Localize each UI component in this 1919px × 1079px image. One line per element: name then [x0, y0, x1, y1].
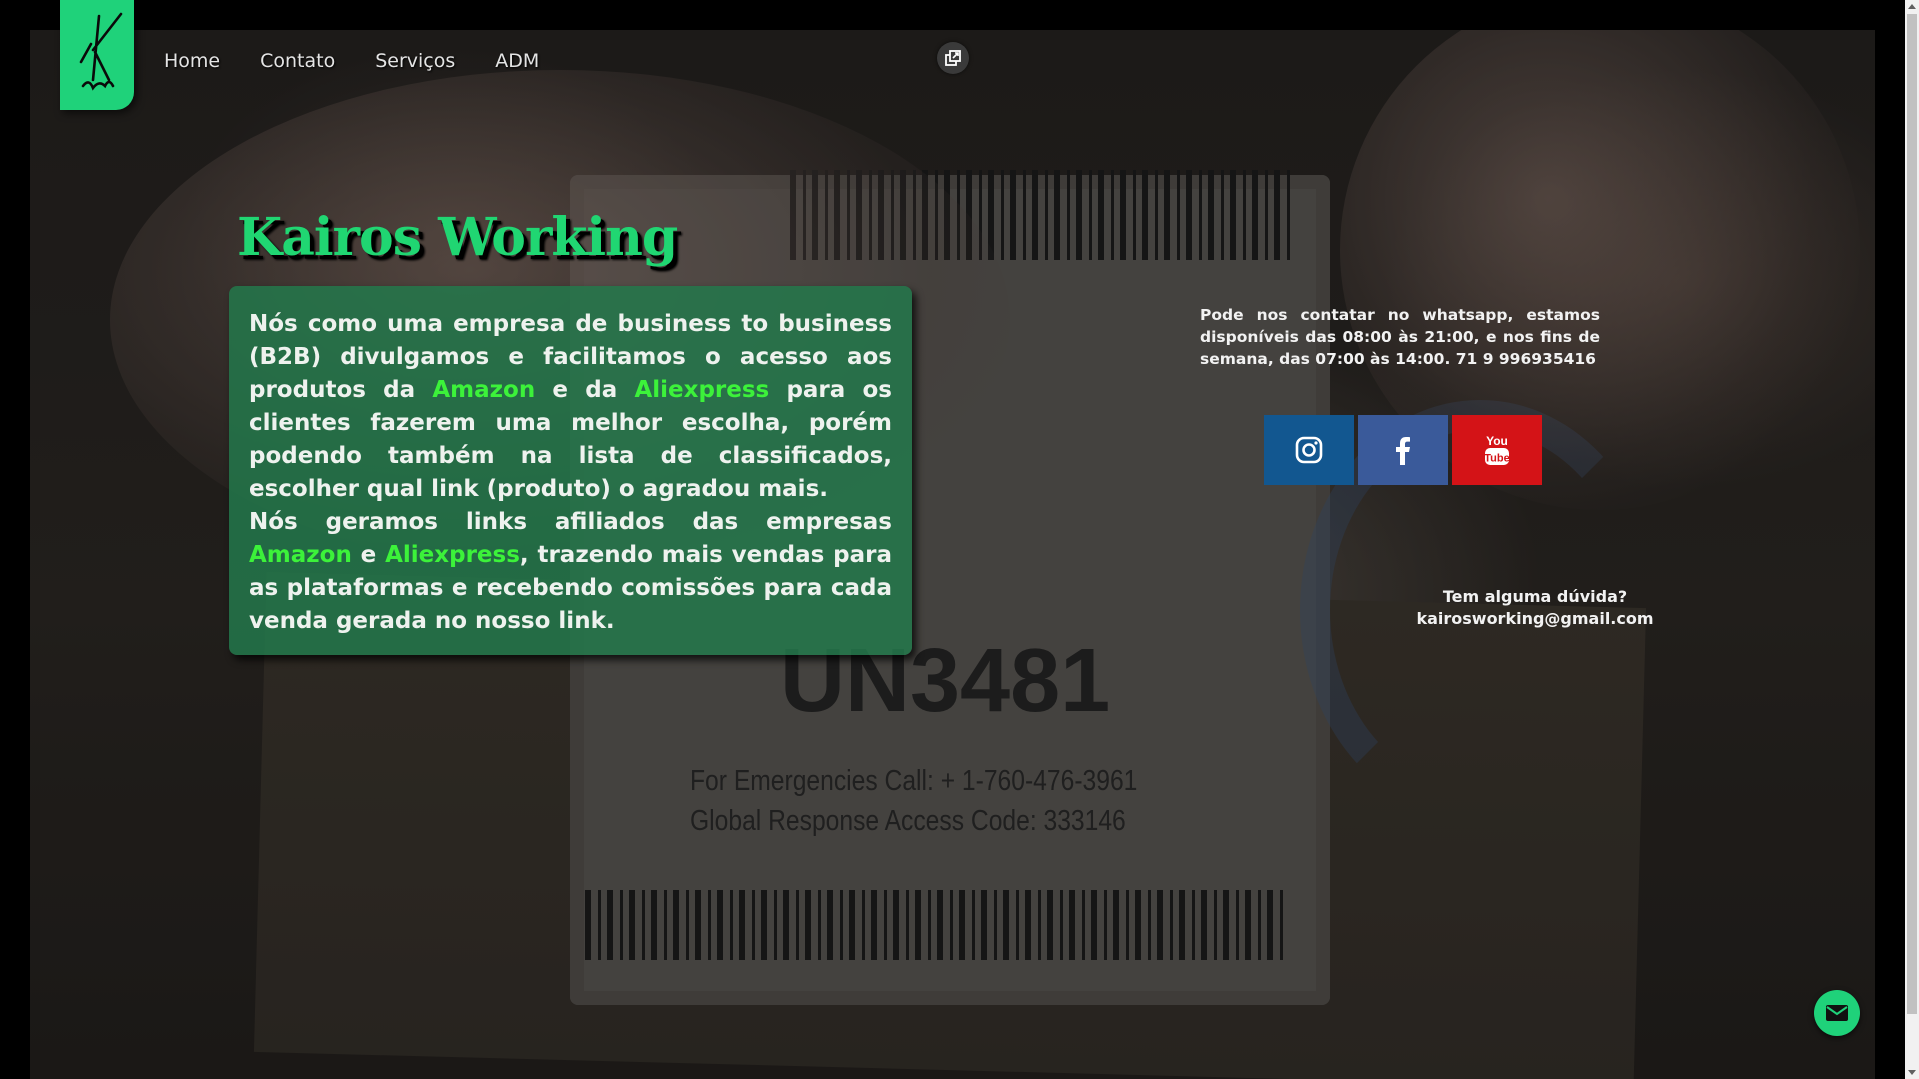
question-text: Tem alguma dúvida?	[1442, 587, 1628, 606]
page-scrollbar[interactable]	[1905, 0, 1919, 1079]
about-text: e	[351, 542, 386, 568]
kairos-logo-icon	[79, 12, 123, 91]
kairos-logo[interactable]	[60, 0, 134, 110]
amazon-highlight: Amazon	[432, 377, 536, 403]
about-paragraph-1: Nós como uma empresa de business to busi…	[249, 308, 892, 506]
nav-adm[interactable]: ADM	[495, 50, 539, 72]
about-paragraph-2: Nós geramos links afiliados das empresas…	[249, 506, 892, 638]
about-text: Nós geramos links afiliados das empresas	[249, 509, 892, 535]
social-links: You Tube	[1264, 415, 1542, 485]
facebook-button[interactable]	[1358, 415, 1448, 485]
aliexpress-highlight: Aliexpress	[385, 542, 520, 568]
page-title: Kairos Working	[237, 207, 678, 268]
open-external-button[interactable]	[937, 42, 969, 74]
facebook-icon	[1396, 437, 1410, 465]
nav-contato[interactable]: Contato	[260, 50, 335, 72]
contact-email[interactable]: kairosworking@gmail.com	[1390, 608, 1680, 630]
nav-home[interactable]: Home	[164, 50, 220, 72]
amazon-highlight: Amazon	[249, 542, 352, 568]
instagram-button[interactable]	[1264, 415, 1354, 485]
main-nav: Home Contato Serviços ADM	[164, 50, 539, 72]
aliexpress-highlight: Aliexpress	[634, 377, 770, 403]
contact-hours-text: Pode nos contatar no whatsapp, estamos d…	[1200, 306, 1600, 368]
mail-button[interactable]	[1814, 990, 1860, 1036]
scrollbar-thumb[interactable]	[1907, 14, 1917, 1014]
mail-icon	[1826, 1005, 1848, 1021]
svg-text:Tube: Tube	[1484, 453, 1509, 465]
instagram-icon	[1295, 436, 1323, 464]
youtube-icon: You Tube	[1484, 434, 1510, 465]
about-text: e da	[535, 377, 635, 403]
about-panel: Nós como uma empresa de business to busi…	[229, 286, 912, 655]
youtube-button[interactable]: You Tube	[1452, 415, 1542, 485]
svg-text:You: You	[1486, 434, 1508, 448]
nav-servicos[interactable]: Serviços	[375, 50, 455, 72]
contact-question: Tem alguma dúvida? kairosworking@gmail.c…	[1390, 586, 1680, 630]
scroll-up-icon[interactable]	[1908, 4, 1916, 9]
scroll-down-icon[interactable]	[1908, 1070, 1916, 1075]
open-external-icon	[945, 50, 961, 66]
